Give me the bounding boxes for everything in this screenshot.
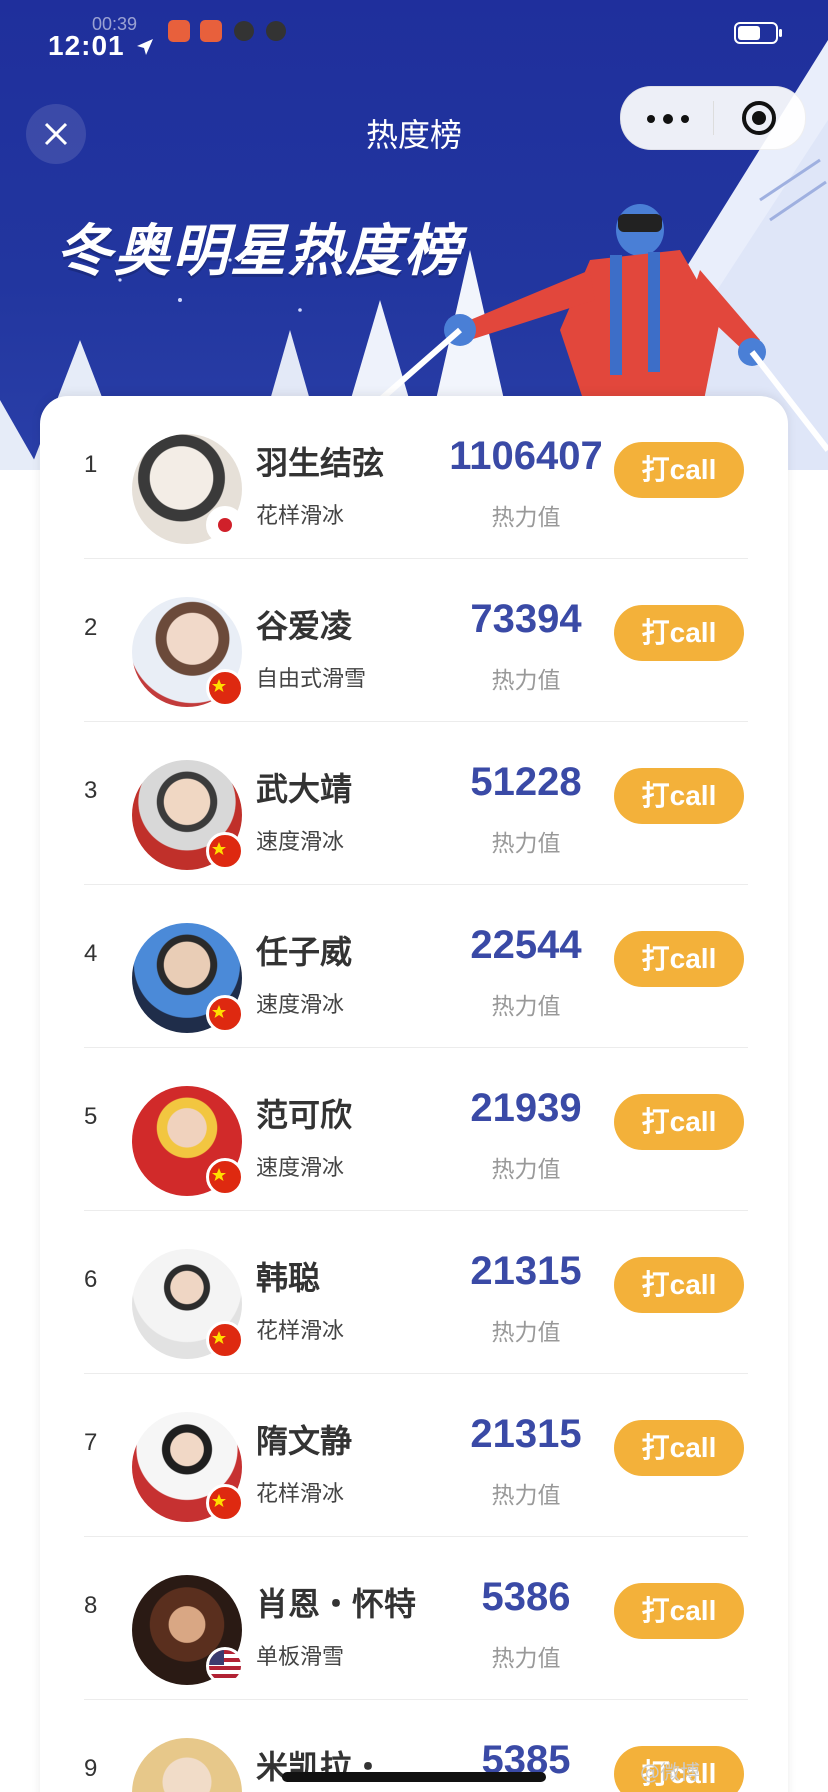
heat-value: 21315 [470,1412,582,1456]
list-item: 1 羽生结弦 花样滑冰 1106407 热力值 打call [40,396,788,559]
page-title: 热度榜 [365,116,462,154]
avatar[interactable] [132,1738,242,1792]
heat-label: 热力值 [491,668,561,694]
call-button[interactable]: 打call [614,1583,744,1639]
list-item: 3 武大靖 速度滑冰 51228 热力值 打call [40,722,788,885]
rank-number: 2 [84,614,98,641]
heat-label: 热力值 [491,994,561,1020]
heat-value: 22544 [470,923,582,967]
rank-number: 1 [84,451,98,478]
athlete-sport: 花样滑冰 [256,1482,345,1507]
heat-value: 1106407 [449,434,603,478]
call-button[interactable]: 打call [614,442,744,498]
athlete-sport: 花样滑冰 [256,1319,345,1344]
home-indicator[interactable] [282,1772,546,1782]
heat-value: 5386 [481,1575,571,1619]
call-button[interactable]: 打call [614,605,744,661]
athlete-name: 谷爱凌 [256,607,353,645]
more-options-button[interactable] [621,87,713,149]
close-icon [44,122,68,146]
flag-china-icon [206,995,244,1033]
flag-china-icon [206,1484,244,1522]
location-arrow-icon [137,39,153,55]
athlete-name: 肖恩・怀特 [256,1585,417,1623]
battery-icon [734,22,782,44]
banner-headline: 冬奥明星热度榜 [56,219,462,284]
heat-value: 51228 [470,760,582,804]
list-item: 7 隋文静 花样滑冰 21315 热力值 打call [40,1374,788,1537]
flag-china-icon [206,669,244,707]
rank-number: 5 [84,1103,98,1130]
rank-number: 4 [84,940,98,967]
target-dot [752,111,766,125]
athlete-name: 武大靖 [256,770,353,808]
heat-label: 热力值 [491,1320,561,1346]
ranking-list: 1 羽生结弦 花样滑冰 1106407 热力值 打call 2 谷爱凌 自由式滑… [40,396,788,1792]
close-button[interactable] [26,104,86,164]
heat-value: 73394 [470,597,582,641]
flag-japan-icon [206,506,244,544]
list-item: 8 肖恩・怀特 单板滑雪 5386 热力值 打call [40,1537,788,1700]
heat-label: 热力值 [491,505,561,531]
call-button[interactable]: 打call [614,1257,744,1313]
athlete-name: 羽生结弦 [256,444,385,482]
athlete-sport: 自由式滑雪 [256,667,367,692]
flag-usa-icon [206,1647,244,1685]
list-item: 6 韩聪 花样滑冰 21315 热力值 打call [40,1211,788,1374]
athlete-name: 任子威 [256,933,353,971]
dot-icon [647,115,655,123]
call-button[interactable]: 打call [614,1094,744,1150]
status-time: 12:01 [48,30,125,61]
notification-icons [168,20,286,42]
flag-china-icon [206,832,244,870]
athlete-name: 韩聪 [256,1259,321,1297]
rank-number: 3 [84,777,98,804]
athlete-name: 范可欣 [256,1096,353,1134]
athlete-name: 隋文静 [256,1422,353,1460]
rank-number: 6 [84,1266,98,1293]
dot-icon [663,114,673,124]
call-button[interactable]: 打call [614,1420,744,1476]
rank-number: 8 [84,1592,98,1619]
athlete-sport: 单板滑雪 [256,1645,345,1670]
call-button[interactable]: 打call [614,768,744,824]
athlete-sport: 速度滑冰 [256,830,345,855]
heat-label: 热力值 [491,831,561,857]
heat-label: 热力值 [491,1483,561,1509]
flag-china-icon [206,1158,244,1196]
heat-value: 21315 [470,1249,582,1293]
status-bar: 00:39 12:01 [0,0,828,64]
dot-icon [681,115,689,123]
athlete-sport: 速度滑冰 [256,1156,345,1181]
heat-label: 热力值 [491,1157,561,1183]
athlete-sport: 速度滑冰 [256,993,345,1018]
athlete-sport: 花样滑冰 [256,504,345,529]
list-item: 4 任子威 速度滑冰 22544 热力值 打call [40,885,788,1048]
mini-program-capsule [620,86,806,150]
list-item: 5 范可欣 速度滑冰 21939 热力值 打call [40,1048,788,1211]
watermark: @微博 [640,1760,700,1784]
call-button[interactable]: 打call [614,931,744,987]
rank-number: 7 [84,1429,98,1456]
flag-china-icon [206,1321,244,1359]
rank-number: 9 [84,1755,98,1782]
mini-program-page: 00:39 12:01 热度榜 冬奥明星热度榜 1 羽生结弦 花样滑冰 1106… [0,0,828,1792]
heat-label: 热力值 [491,1646,561,1672]
list-item: 2 谷爱凌 自由式滑雪 73394 热力值 打call [40,559,788,722]
heat-value: 21939 [470,1086,582,1130]
exit-mini-program-button[interactable] [714,87,805,149]
